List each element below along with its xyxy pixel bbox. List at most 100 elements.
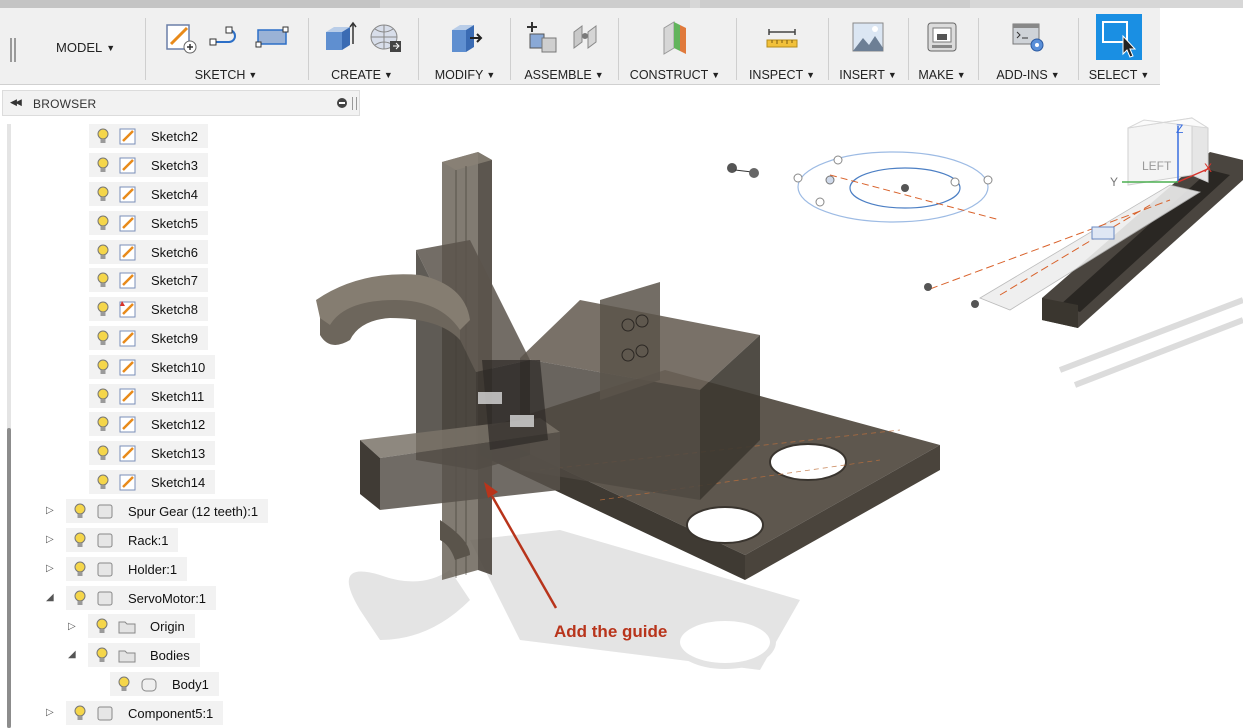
visibility-bulb-icon[interactable] [95,444,111,462]
tree-item-sketch[interactable]: Sketch8 [89,297,208,321]
tree-item-component[interactable]: Rack:1 [66,528,179,552]
visibility-bulb-icon[interactable] [72,531,88,549]
3d-viewport[interactable]: LEFT Z X Y [300,90,1243,728]
insert-menu[interactable]: INSERT ▼ [830,68,906,82]
tree-item-sketch[interactable]: Sketch3 [89,153,208,177]
tree-item-label: Component5:1 [128,705,214,721]
tree-item-folder[interactable]: Bodies [88,643,200,667]
expand-triangle-icon[interactable]: ▷ [68,621,76,632]
tree-item-sketch[interactable]: Sketch9 [89,326,208,350]
visibility-bulb-icon[interactable] [72,704,88,722]
toolbar-grip[interactable] [10,38,16,62]
tree-item-component[interactable]: Component5:1 [66,701,224,725]
arc-icon[interactable] [207,18,245,56]
visibility-bulb-icon[interactable] [95,329,111,347]
expand-triangle-icon[interactable]: ▷ [46,563,54,574]
tree-item-sketch[interactable]: Sketch2 [89,124,208,148]
plane-icon[interactable] [656,18,694,56]
modify-menu[interactable]: MODIFY ▼ [420,68,510,82]
sketch-point[interactable] [727,163,759,178]
add-ins-menu[interactable]: ADD-INS ▼ [982,68,1074,82]
collapse-panel-icon[interactable]: ◀◀ [10,97,22,108]
workspace-model-dropdown[interactable]: MODEL ▼ [56,40,115,55]
toolbar-divider [618,18,619,80]
tree-item-sketch[interactable]: Sketch4 [89,182,208,206]
tree-item-sketch[interactable]: Sketch7 [89,268,208,292]
tree-item-label: Sketch14 [151,474,206,490]
tree-item-component[interactable]: Holder:1 [66,557,188,581]
visibility-bulb-icon[interactable] [72,589,88,607]
inspect-menu[interactable]: INSPECT ▼ [740,68,824,82]
component-icon [97,706,113,721]
new-component-icon[interactable] [522,18,560,56]
visibility-bulb-icon[interactable] [95,243,111,261]
visibility-bulb-icon[interactable] [95,156,111,174]
tree-item-component[interactable]: Spur Gear (12 teeth):1 [66,499,269,523]
guide-rail[interactable] [924,152,1243,328]
chevron-down-icon: ▼ [383,70,393,80]
tree-item-component[interactable]: ServoMotor:1 [66,586,217,610]
visibility-bulb-icon[interactable] [94,646,110,664]
visibility-bulb-icon[interactable] [95,271,111,289]
select-icon[interactable] [1096,14,1142,60]
insert-image-icon[interactable] [849,18,887,56]
tree-item-sketch[interactable]: Sketch13 [89,441,216,465]
browser-scrollbar-thumb[interactable] [7,428,11,728]
inspect-group: INSPECT ▼ [740,8,824,84]
create-sketch-icon[interactable] [161,18,199,56]
tree-item-body[interactable]: Body1 [110,672,219,696]
visibility-bulb-icon[interactable] [95,214,111,232]
tree-item-sketch[interactable]: Sketch5 [89,211,208,235]
sketch-menu[interactable]: SKETCH ▼ [150,68,302,82]
sketch-icon [119,330,136,347]
visibility-bulb-icon[interactable] [94,617,110,635]
visibility-bulb-icon[interactable] [95,473,111,491]
tree-item-folder[interactable]: Origin [88,614,195,638]
collapse-triangle-icon[interactable]: ◢ [68,649,76,660]
measure-icon[interactable] [763,18,801,56]
sketch-icon [119,359,136,376]
visibility-bulb-icon[interactable] [95,127,111,145]
visibility-bulb-icon[interactable] [95,358,111,376]
scripts-icon[interactable] [1009,18,1047,56]
tree-item-sketch[interactable]: Sketch14 [89,470,216,494]
rectangle-icon[interactable] [253,18,291,56]
visibility-bulb-icon[interactable] [95,387,111,405]
visibility-bulb-icon[interactable] [72,502,88,520]
3d-print-icon[interactable] [923,18,961,56]
tree-item-label: Spur Gear (12 teeth):1 [128,503,259,519]
select-menu[interactable]: SELECT ▼ [1082,68,1156,82]
visibility-bulb-icon[interactable] [95,300,111,318]
view-cube-face[interactable]: LEFT [1142,159,1172,173]
visibility-bulb-icon[interactable] [95,185,111,203]
document-tab[interactable] [700,0,970,8]
form-icon[interactable] [366,18,404,56]
tree-item-sketch[interactable]: Sketch11 [89,384,215,408]
chevron-down-icon: ▼ [594,70,604,80]
document-tab[interactable] [540,0,690,8]
tree-item-sketch[interactable]: Sketch12 [89,412,216,436]
visibility-bulb-icon[interactable] [116,675,132,693]
expand-triangle-icon[interactable]: ▷ [46,505,54,516]
component-icon [97,504,113,519]
press-pull-icon[interactable] [446,18,484,56]
construct-menu[interactable]: CONSTRUCT ▼ [620,68,730,82]
document-tab[interactable] [0,0,380,8]
tree-item-sketch[interactable]: Sketch6 [89,240,208,264]
expand-triangle-icon[interactable]: ▷ [46,707,54,718]
sketch-ellipse[interactable] [793,151,1001,223]
collapse-triangle-icon[interactable]: ◢ [46,592,54,603]
assemble-menu[interactable]: ASSEMBLE ▼ [512,68,616,82]
component-icon [97,562,113,577]
joint-icon[interactable] [568,18,606,56]
make-menu[interactable]: MAKE ▼ [910,68,974,82]
create-menu[interactable]: CREATE ▼ [312,68,412,82]
select-label: SELECT [1088,68,1138,82]
visibility-bulb-icon[interactable] [72,560,88,578]
visibility-bulb-icon[interactable] [95,415,111,433]
sketch-icon [119,186,136,203]
tree-item-label: Sketch8 [151,301,198,317]
extrude-icon[interactable] [320,18,358,56]
tree-item-sketch[interactable]: Sketch10 [89,355,216,379]
expand-triangle-icon[interactable]: ▷ [46,534,54,545]
